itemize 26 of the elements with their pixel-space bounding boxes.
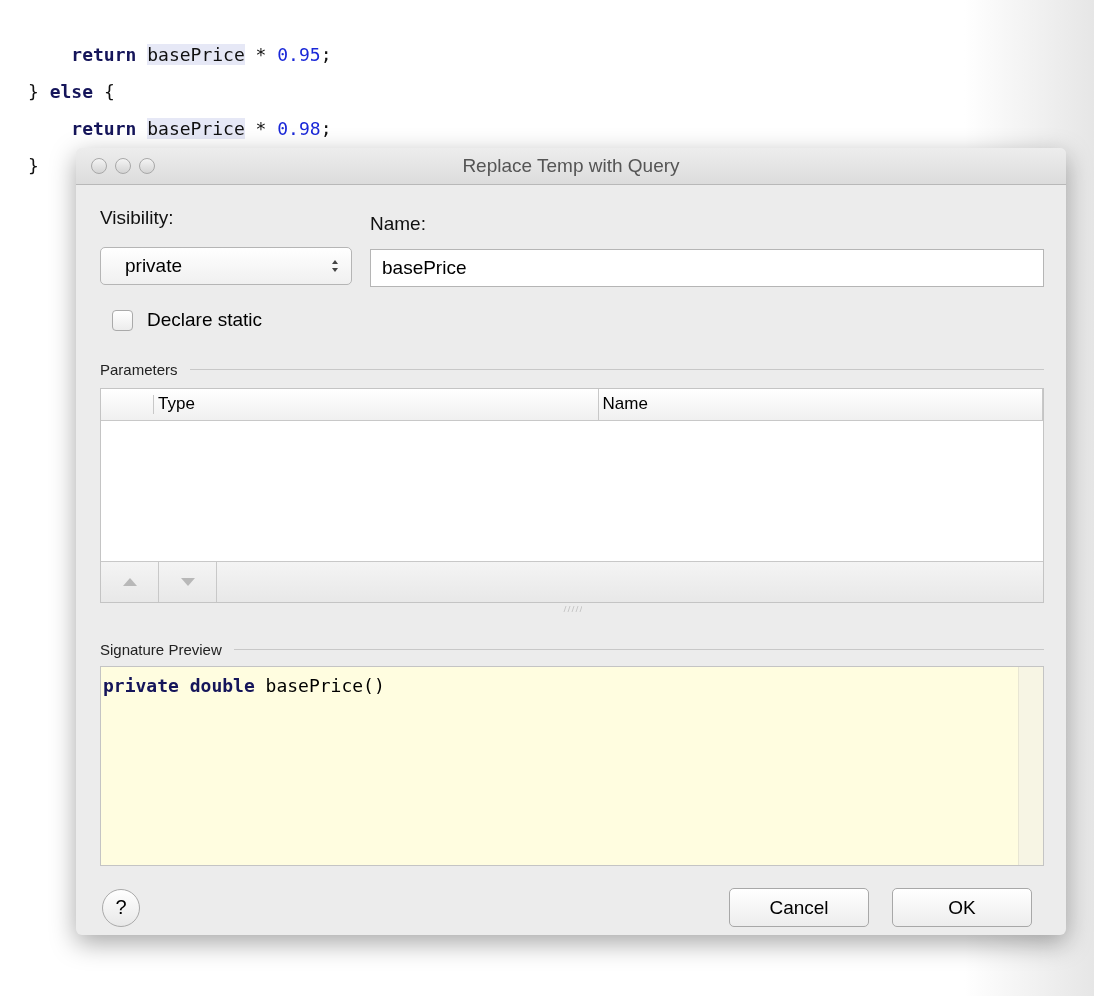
visibility-dropdown[interactable]: private xyxy=(100,247,352,285)
signature-preview-label: Signature Preview xyxy=(100,641,222,658)
column-header[interactable]: Name xyxy=(598,389,1043,420)
up-down-arrows-icon xyxy=(331,259,339,273)
window-title: Replace Temp with Query xyxy=(462,155,680,177)
declare-static-checkbox[interactable] xyxy=(112,309,133,331)
window-control-icon[interactable] xyxy=(115,158,131,174)
code-line: return basePrice * 0.95; xyxy=(70,43,332,67)
signature-code: private double basePrice() xyxy=(102,674,386,698)
up-triangle-icon xyxy=(122,578,137,586)
resize-grip-icon[interactable] xyxy=(562,606,582,612)
visibility-label: Visibility: xyxy=(100,207,174,230)
parameters-label: Parameters xyxy=(100,361,178,378)
name-field[interactable]: basePrice xyxy=(370,249,1044,287)
help-button[interactable]: ? xyxy=(102,888,140,927)
declare-static-label: Declare static xyxy=(147,309,263,331)
column-header[interactable]: Type xyxy=(154,389,599,420)
window-control-icon[interactable] xyxy=(139,158,155,174)
code-line: } xyxy=(28,154,39,178)
dialog-button[interactable]: Cancel xyxy=(729,888,869,927)
code-line: return basePrice * 0.98; xyxy=(70,117,332,141)
window-control-icon[interactable] xyxy=(91,158,107,174)
code-line: } else { xyxy=(28,80,115,104)
dialog-button[interactable]: OK xyxy=(892,888,1032,927)
name-label: Name: xyxy=(370,213,426,236)
down-triangle-icon xyxy=(180,578,195,586)
